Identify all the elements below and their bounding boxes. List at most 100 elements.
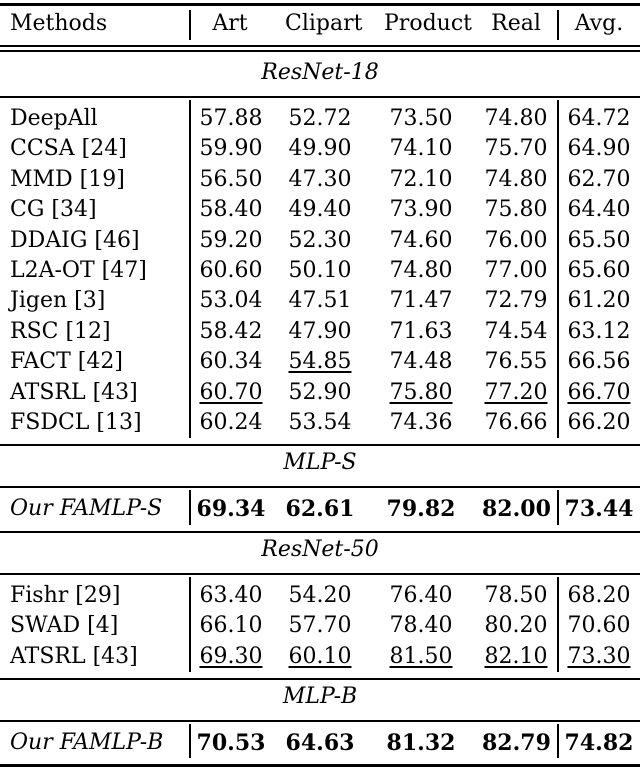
method-name: Fishr [29] — [10, 582, 121, 608]
table-row: SWAD [4] 66.10 57.70 78.40 80.20 70.60 — [0, 611, 640, 641]
value-clipart: 49.40 — [288, 197, 352, 223]
method-name: MMD [19] — [10, 166, 125, 192]
value-art: 57.88 — [199, 106, 263, 131]
value-avg: 61.20 — [567, 288, 631, 314]
table-row: Jigen [3] 53.04 47.51 71.47 72.79 61.20 — [0, 286, 640, 316]
method-name: DDAIG [46] — [10, 227, 140, 253]
column-separator — [557, 10, 559, 40]
method-name: SWAD [4] — [10, 613, 119, 639]
table-rule — [0, 45, 640, 47]
value-clipart: 53.54 — [288, 410, 352, 435]
method-name: ATSRL [43] — [10, 643, 138, 669]
value-real: 77.00 — [484, 258, 548, 283]
table-row: Fishr [29] 63.40 54.20 76.40 78.50 68.20 — [0, 581, 640, 611]
value-art: 53.04 — [199, 288, 263, 314]
value-real: 72.79 — [484, 288, 548, 314]
value-real: 82.00 — [482, 496, 551, 523]
value-product: 81.32 — [386, 730, 456, 756]
table-row: Our FAMLP-S 69.34 62.61 79.82 82.00 73.44 — [0, 494, 640, 524]
table-row: FACT [42] 60.34 54.85 74.48 76.55 66.56 — [0, 347, 640, 377]
table-rule — [0, 764, 640, 767]
value-art: 69.34 — [196, 496, 266, 523]
method-name: Our FAMLP-S — [10, 496, 163, 522]
section-title: MLP-S — [283, 450, 357, 476]
table-row: Our FAMLP-B 70.53 64.63 81.32 82.79 74.82 — [0, 728, 640, 758]
table-rule — [0, 96, 640, 98]
column-separator — [557, 576, 559, 672]
value-product: 74.36 — [389, 410, 453, 435]
value-art: 60.70 — [199, 379, 263, 405]
value-art: 60.24 — [199, 410, 263, 435]
value-avg: 74.82 — [564, 730, 634, 756]
value-avg: 73.44 — [564, 496, 634, 523]
value-clipart: 50.10 — [288, 258, 352, 283]
value-art: 60.34 — [199, 349, 263, 375]
header-art: Art — [212, 11, 248, 36]
value-real: 77.20 — [484, 379, 548, 405]
value-clipart: 47.30 — [288, 166, 352, 192]
value-clipart: 47.90 — [288, 318, 352, 344]
method-name: CCSA [24] — [10, 136, 127, 162]
table-row: MMD [19] 56.50 47.30 72.10 74.80 62.70 — [0, 165, 640, 195]
value-product: 72.10 — [389, 166, 453, 192]
value-avg: 64.72 — [567, 106, 631, 131]
value-avg: 70.60 — [567, 613, 631, 639]
column-separator — [557, 724, 559, 759]
header-row: Methods Art Clipart Product Real Avg. — [0, 9, 640, 39]
value-art: 70.53 — [196, 730, 266, 756]
value-art: 66.10 — [199, 613, 263, 639]
header-clipart: Clipart — [285, 11, 363, 36]
column-separator — [557, 100, 559, 439]
value-avg: 66.70 — [567, 379, 631, 405]
value-clipart: 49.90 — [288, 136, 352, 162]
value-product: 74.80 — [389, 258, 453, 283]
value-real: 82.79 — [482, 730, 551, 756]
table-row: CCSA [24] 59.90 49.90 74.10 75.70 64.90 — [0, 134, 640, 164]
table-rule — [0, 444, 640, 447]
table-row: RSC [12] 58.42 47.90 71.63 74.54 63.12 — [0, 317, 640, 347]
table-row: FSDCL [13] 60.24 53.54 74.36 76.66 66.20 — [0, 408, 640, 438]
value-real: 74.80 — [484, 166, 548, 192]
method-name: Jigen [3] — [10, 288, 106, 314]
value-product: 76.40 — [389, 582, 453, 608]
table-rule — [0, 720, 640, 722]
value-art: 63.40 — [199, 582, 263, 608]
value-clipart: 62.61 — [285, 496, 355, 523]
value-real: 78.50 — [484, 582, 548, 608]
value-avg: 65.60 — [567, 258, 631, 283]
method-name: CG [34] — [10, 197, 97, 223]
value-product: 78.40 — [389, 613, 453, 639]
method-name: FACT [42] — [10, 349, 123, 375]
column-separator — [189, 490, 191, 525]
column-separator — [557, 490, 559, 525]
value-real: 75.70 — [484, 136, 548, 162]
value-clipart: 52.90 — [288, 379, 352, 405]
value-clipart: 54.20 — [288, 582, 352, 608]
method-name: FSDCL [13] — [10, 410, 142, 435]
table-row: ATSRL [43] 69.30 60.10 81.50 82.10 73.30 — [0, 642, 640, 672]
value-real: 82.10 — [484, 643, 548, 669]
value-art: 56.50 — [199, 166, 263, 192]
value-avg: 63.12 — [567, 318, 631, 344]
value-product: 74.60 — [389, 227, 453, 253]
table-rule — [0, 486, 640, 489]
table-row: DDAIG [46] 59.20 52.30 74.60 76.00 65.50 — [0, 226, 640, 256]
table-rule — [0, 530, 640, 533]
value-product: 74.48 — [389, 349, 453, 375]
value-avg: 64.90 — [567, 136, 631, 162]
method-name: RSC [12] — [10, 318, 111, 344]
section-title: ResNet-50 — [261, 536, 379, 562]
table-row: DeepAll 57.88 52.72 73.50 74.80 64.72 — [0, 104, 640, 134]
value-product: 73.90 — [389, 197, 453, 223]
value-art: 58.42 — [199, 318, 263, 344]
method-name: L2A-OT [47] — [10, 258, 147, 283]
value-real: 76.66 — [484, 410, 548, 435]
value-product: 75.80 — [389, 379, 453, 405]
column-separator — [189, 724, 191, 759]
value-clipart: 52.30 — [288, 227, 352, 253]
method-name: DeepAll — [10, 106, 98, 131]
table-rule — [0, 572, 640, 575]
value-real: 76.55 — [484, 349, 548, 375]
value-product: 73.50 — [389, 106, 453, 131]
value-product: 71.63 — [389, 318, 453, 344]
